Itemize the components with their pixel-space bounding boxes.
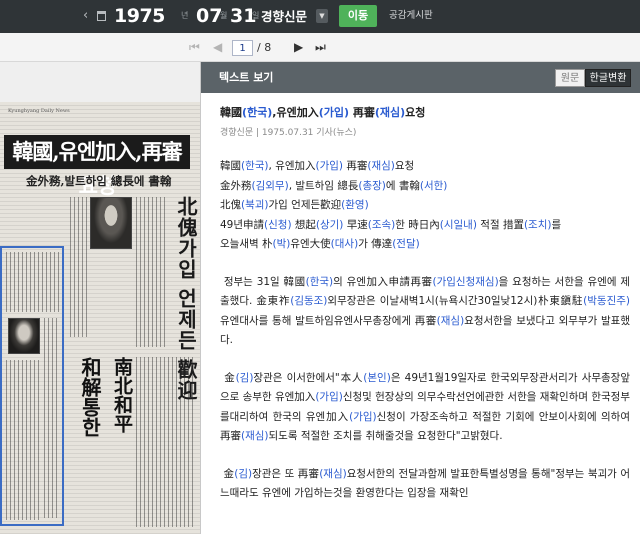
chevron-down-icon[interactable]: ▼	[316, 9, 328, 23]
scan-masthead: Kyunghyang Daily News	[8, 108, 70, 114]
article-lead: 韓國(한국), 유엔加入(가입) 再審(재심)요청 金外務(김외무), 발트하임…	[220, 157, 630, 255]
day-unit: 일	[252, 11, 260, 20]
article-title: 韓國(한국),유엔加入(가입) 再審(재심)요청	[220, 106, 426, 119]
board-link[interactable]: 공감게시판	[389, 10, 433, 22]
scan-text-column	[44, 318, 60, 518]
text-view-panel: 텍스트 보기 원문 한글변환 韓國(한국),유엔加入(가입) 再審(재심)요청 …	[200, 62, 640, 534]
scan-text-column	[6, 252, 60, 312]
article-paragraph: 金(김)장관은 이서한에서"本人(본인)은 49년1월19일자로 한국외무장관서…	[220, 371, 631, 443]
calendar-icon[interactable]	[97, 11, 106, 21]
article-paragraph: 정부는 31일 韓國(한국)의 유엔加入申請再審(가입신청재심)을 요청하는 서…	[220, 275, 630, 347]
scan-headline-sub: 金外務,발트하임 總長에 書翰	[26, 174, 172, 188]
year-unit: 년	[181, 11, 189, 20]
page-number-input[interactable]	[232, 40, 253, 56]
scan-text-column	[70, 197, 88, 337]
text-panel-title: 텍스트 보기	[219, 71, 274, 84]
scan-text-column	[136, 357, 196, 527]
next-page-icon[interactable]: ▶	[294, 40, 303, 54]
prev-date-button[interactable]: ‹	[83, 8, 88, 24]
article-paragraph: 金(김)장관은 또 再審(재심)요청서한의 전달과함께 발표한특별성명을 통해"…	[220, 467, 630, 500]
article-meta: 경향신문 | 1975.07.31 기사(뉴스)	[220, 128, 357, 138]
lead-line: 金外務(김외무), 발트하임 總長(총장)에 書翰(서한)	[220, 179, 448, 192]
page-total: / 8	[257, 41, 272, 54]
year-value[interactable]: 1975	[114, 5, 165, 27]
article-body: 韓國(한국),유엔加入(가입) 再審(재심)요청 경향신문 | 1975.07.…	[220, 105, 630, 504]
last-page-icon[interactable]: ⏭	[315, 40, 326, 54]
scan-text-column	[136, 197, 168, 347]
lead-line: 北傀(북괴)가입 언제든歡迎(환영)	[220, 199, 369, 211]
lead-line: 49년申請(신청) 想起(상기) 早速(조속)한 時日內(시일내) 적절 措置(…	[220, 218, 562, 231]
go-button[interactable]: 이동	[339, 5, 377, 27]
first-page-icon[interactable]: ⏮	[189, 40, 200, 54]
month-unit: 월	[220, 11, 228, 20]
scan-photo-small	[8, 318, 40, 354]
newspaper-viewer[interactable]: Kyunghyang Daily News 韓國,유엔加入,再審요청 金外務,발…	[0, 62, 200, 534]
scan-headline-bottom-2: 南北和平	[111, 357, 133, 433]
scan-photo-portrait	[90, 197, 132, 249]
top-navigation-bar: ‹ 1975 년 07 월 31 일 경향신문 ▼ 이동 공감게시판	[0, 0, 640, 33]
text-panel-header: 텍스트 보기 원문 한글변환	[201, 62, 640, 93]
scan-headline-bottom-1: 和解통한	[78, 357, 102, 437]
toggle-hangul-button[interactable]: 한글변환	[585, 69, 631, 87]
newspaper-scan-image[interactable]: Kyunghyang Daily News 韓國,유엔加入,再審요청 金外務,발…	[0, 102, 200, 534]
scan-text-column	[6, 360, 42, 520]
page-navigation-bar: ⏮ ◀ / 8 ▶ ⏭	[0, 33, 640, 62]
scan-headline-main: 韓國,유엔加入,再審요청	[4, 135, 190, 198]
newspaper-select[interactable]: 경향신문	[261, 9, 307, 25]
lead-line: 韓國(한국), 유엔加入(가입) 再審(재심)요청	[220, 160, 415, 172]
lead-line: 오늘새벽 朴(박)유엔大使(대사)가 傳達(전달)	[220, 238, 420, 250]
prev-page-icon[interactable]: ◀	[213, 40, 222, 54]
toggle-original-button[interactable]: 원문	[555, 69, 585, 87]
month-value[interactable]: 07	[196, 5, 222, 27]
